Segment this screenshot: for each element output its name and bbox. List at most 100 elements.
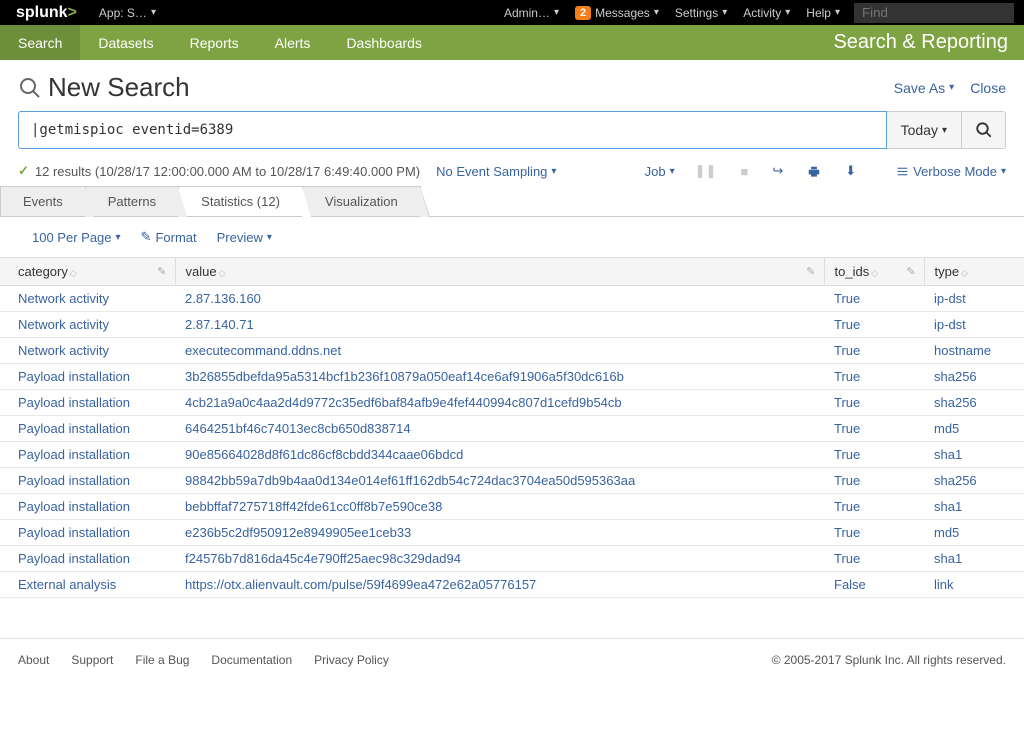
top-bar: splunk> App: S…▾ Admin…▾ 2Messages▾ Sett… — [0, 0, 1024, 25]
pencil-icon[interactable]: ✎ — [806, 265, 815, 278]
app-menu[interactable]: App: S…▾ — [87, 6, 168, 20]
pencil-icon[interactable]: ✎ — [906, 265, 915, 278]
cell-category[interactable]: Payload installation — [0, 520, 175, 546]
cell-to_ids[interactable]: True — [824, 312, 924, 338]
help-menu[interactable]: Help ▾ — [798, 6, 848, 20]
admin-menu[interactable]: Admin…▾ — [496, 6, 567, 20]
cell-value[interactable]: f24576b7d816da45c4e790ff25aec98c329dad94 — [175, 546, 824, 572]
cell-value[interactable]: 3b26855dbefda95a5314bcf1b236f10879a050ea… — [175, 364, 824, 390]
format-menu[interactable]: ✎Format — [141, 229, 197, 245]
cell-type[interactable]: hostname — [924, 338, 1024, 364]
search-button[interactable] — [962, 111, 1006, 149]
help-label: Help — [806, 6, 831, 20]
event-sampling-menu[interactable]: No Event Sampling▾ — [436, 164, 556, 179]
tab-statistics[interactable]: Statistics (12) — [178, 186, 303, 216]
cell-category[interactable]: Payload installation — [0, 494, 175, 520]
nav-search[interactable]: Search — [0, 25, 80, 60]
sort-icon: ◇ — [961, 268, 968, 278]
cell-type[interactable]: md5 — [924, 416, 1024, 442]
cell-category[interactable]: Network activity — [0, 338, 175, 364]
chevron-down-icon: ▾ — [835, 7, 840, 18]
mode-label: Verbose Mode — [913, 164, 997, 179]
cell-value[interactable]: 98842bb59a7db9b4aa0d134e014ef61ff162db54… — [175, 468, 824, 494]
cell-type[interactable]: sha1 — [924, 442, 1024, 468]
cell-value[interactable]: 4cb21a9a0c4aa2d4d9772c35edf6baf84afb9e4f… — [175, 390, 824, 416]
tab-events[interactable]: Events — [0, 186, 86, 216]
cell-type[interactable]: sha1 — [924, 546, 1024, 572]
cell-type[interactable]: sha256 — [924, 468, 1024, 494]
time-range-picker[interactable]: Today▾ — [887, 111, 962, 149]
splunk-logo[interactable]: splunk> — [0, 4, 87, 22]
cell-category[interactable]: Network activity — [0, 312, 175, 338]
search-input[interactable] — [18, 111, 887, 149]
per-page-menu[interactable]: 100 Per Page▾ — [32, 230, 121, 245]
cell-value[interactable]: executecommand.ddns.net — [175, 338, 824, 364]
nav-datasets[interactable]: Datasets — [80, 25, 171, 60]
col-category[interactable]: category◇✎ — [0, 258, 175, 286]
cell-to_ids[interactable]: False — [824, 572, 924, 598]
pencil-icon[interactable]: ✎ — [157, 265, 166, 278]
cell-value[interactable]: e236b5c2df950912e8949905ee1ceb33 — [175, 520, 824, 546]
cell-to_ids[interactable]: True — [824, 442, 924, 468]
cell-value[interactable]: 6464251bf46c74013ec8cb650d838714 — [175, 416, 824, 442]
cell-to_ids[interactable]: True — [824, 468, 924, 494]
cell-category[interactable]: Payload installation — [0, 442, 175, 468]
cell-type[interactable]: sha256 — [924, 390, 1024, 416]
logo-text: splunk — [16, 4, 68, 22]
cell-to_ids[interactable]: True — [824, 286, 924, 312]
cell-category[interactable]: Payload installation — [0, 546, 175, 572]
cell-type[interactable]: ip-dst — [924, 286, 1024, 312]
cell-to_ids[interactable]: True — [824, 494, 924, 520]
footer-file-a-bug[interactable]: File a Bug — [135, 653, 189, 667]
find-input[interactable] — [854, 3, 1014, 23]
app-nav: Search Datasets Reports Alerts Dashboard… — [0, 25, 1024, 60]
cell-type[interactable]: sha1 — [924, 494, 1024, 520]
cell-type[interactable]: md5 — [924, 520, 1024, 546]
cell-to_ids[interactable]: True — [824, 364, 924, 390]
activity-menu[interactable]: Activity▾ — [735, 6, 798, 20]
cell-category[interactable]: Payload installation — [0, 364, 175, 390]
cell-to_ids[interactable]: True — [824, 546, 924, 572]
preview-menu[interactable]: Preview▾ — [217, 230, 272, 245]
cell-type[interactable]: link — [924, 572, 1024, 598]
cell-value[interactable]: 2.87.136.160 — [175, 286, 824, 312]
tab-patterns[interactable]: Patterns — [85, 186, 179, 216]
cell-to_ids[interactable]: True — [824, 416, 924, 442]
col-type[interactable]: type◇ — [924, 258, 1024, 286]
cell-to_ids[interactable]: True — [824, 520, 924, 546]
cell-category[interactable]: Payload installation — [0, 416, 175, 442]
cell-category[interactable]: Payload installation — [0, 468, 175, 494]
table-row: Network activityexecutecommand.ddns.netT… — [0, 338, 1024, 364]
cell-category[interactable]: Network activity — [0, 286, 175, 312]
cell-value[interactable]: bebbffaf7275718ff42fde61cc0ff8b7e590ce38 — [175, 494, 824, 520]
cell-to_ids[interactable]: True — [824, 338, 924, 364]
col-value[interactable]: value◇✎ — [175, 258, 824, 286]
settings-menu[interactable]: Settings▾ — [667, 6, 735, 20]
save-as-button[interactable]: Save As▾ — [894, 80, 954, 96]
cell-value[interactable]: 90e85664028d8f61dc86cf8cbdd344caae06bdcd — [175, 442, 824, 468]
nav-dashboards[interactable]: Dashboards — [328, 25, 440, 60]
close-button[interactable]: Close — [970, 80, 1006, 96]
messages-menu[interactable]: 2Messages▾ — [567, 6, 667, 20]
footer-privacy[interactable]: Privacy Policy — [314, 653, 389, 667]
cell-category[interactable]: External analysis — [0, 572, 175, 598]
search-mode-menu[interactable]: Verbose Mode▾ — [896, 164, 1006, 179]
nav-reports[interactable]: Reports — [172, 25, 257, 60]
footer-about[interactable]: About — [18, 653, 49, 667]
nav-alerts[interactable]: Alerts — [257, 25, 329, 60]
pencil-icon: ✎ — [141, 229, 152, 245]
download-icon[interactable]: ⬇ — [841, 163, 860, 179]
col-to-ids[interactable]: to_ids◇✎ — [824, 258, 924, 286]
cell-type[interactable]: ip-dst — [924, 312, 1024, 338]
cell-value[interactable]: 2.87.140.71 — [175, 312, 824, 338]
print-icon[interactable] — [803, 163, 825, 179]
tab-visualization[interactable]: Visualization — [302, 186, 421, 216]
footer-documentation[interactable]: Documentation — [211, 653, 292, 667]
cell-type[interactable]: sha256 — [924, 364, 1024, 390]
cell-value[interactable]: https://otx.alienvault.com/pulse/59f4699… — [175, 572, 824, 598]
cell-category[interactable]: Payload installation — [0, 390, 175, 416]
footer-support[interactable]: Support — [71, 653, 113, 667]
share-icon[interactable]: ↪ — [768, 163, 787, 179]
cell-to_ids[interactable]: True — [824, 390, 924, 416]
job-menu[interactable]: Job▾ — [645, 164, 675, 179]
